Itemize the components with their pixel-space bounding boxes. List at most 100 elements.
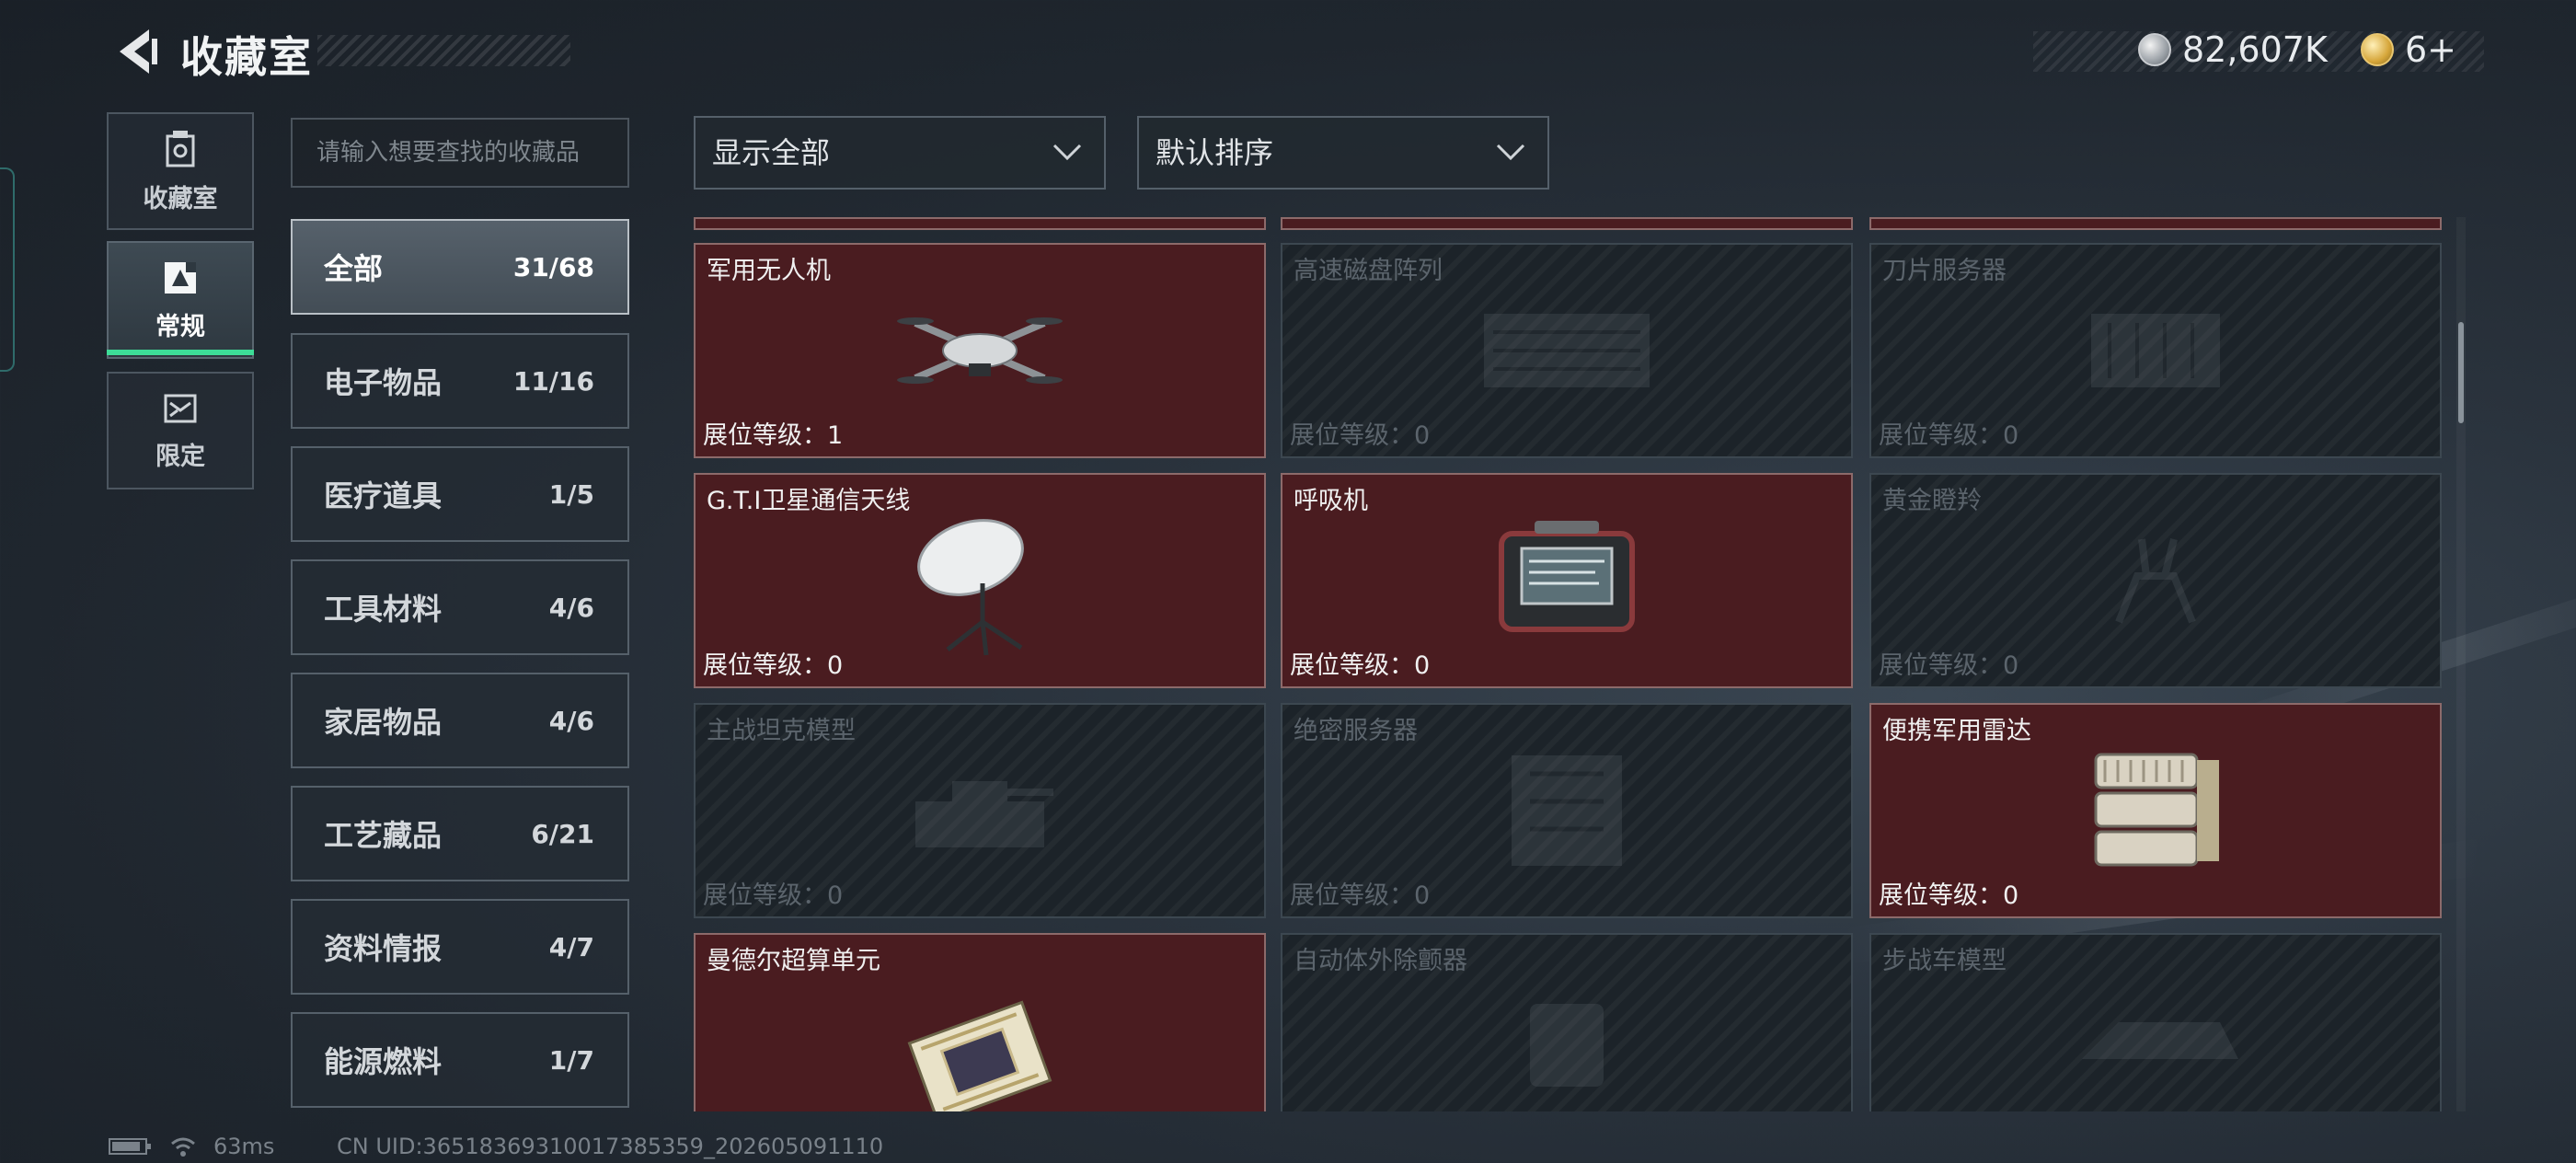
silver-currency[interactable]: 82,607K [2138, 29, 2328, 70]
battery-icon [109, 1138, 151, 1155]
item-level-label: 展位等级： [1879, 881, 2003, 910]
item-card-portable-radar[interactable]: 便携军用雷达 展位等级：0 [1869, 703, 2442, 918]
item-level: 展位等级：0 [1879, 415, 2018, 451]
category-crafts[interactable]: 工艺藏品 6/21 [291, 786, 629, 881]
item-name: 步战车模型 [1882, 947, 2007, 975]
search-input[interactable]: 请输入想要查找的收藏品 [291, 118, 629, 188]
item-level-label: 展位等级： [703, 421, 827, 450]
silver-coin-icon [2138, 33, 2171, 66]
item-level: 展位等级：0 [703, 875, 843, 911]
gold-currency[interactable]: 6+ [2361, 29, 2456, 70]
category-medical[interactable]: 医疗道具 1/5 [291, 446, 629, 542]
category-count: 1/7 [548, 1044, 594, 1076]
category-count: 11/16 [512, 365, 594, 397]
item-name: 自动体外除颤器 [1294, 947, 1467, 975]
category-count: 4/7 [548, 931, 594, 962]
grid-scrollbar-thumb[interactable] [2458, 322, 2464, 423]
item-name: 绝密服务器 [1294, 717, 1418, 745]
category-fuel[interactable]: 能源燃料 1/7 [291, 1012, 629, 1108]
item-name: 便携军用雷达 [1882, 717, 2031, 745]
aed-image [1530, 1004, 1604, 1087]
category-intel[interactable]: 资料情报 4/7 [291, 899, 629, 995]
regular-icon [165, 261, 196, 294]
item-level-value: 0 [2003, 651, 2019, 680]
item-level: 展位等级：0 [1290, 645, 1430, 681]
limited-icon [164, 394, 197, 422]
category-electronics[interactable]: 电子物品 11/16 [291, 333, 629, 429]
nav-collection-room[interactable]: 收藏室 [107, 112, 254, 230]
item-level: 展位等级：0 [1290, 875, 1430, 911]
category-count: 4/6 [548, 592, 594, 623]
tank-model-image [915, 781, 1053, 847]
item-card-supercompute-unit[interactable]: 曼德尔超算单元 [694, 933, 1266, 1111]
category-count: 1/5 [548, 478, 594, 510]
nav-collection-room-label: 收藏室 [143, 184, 218, 213]
wifi-icon [171, 1137, 195, 1157]
item-level: 展位等级：1 [703, 415, 843, 451]
item-level-label: 展位等级： [1290, 421, 1414, 450]
item-level: 展位等级：0 [1879, 875, 2018, 911]
item-card-partial[interactable] [1281, 217, 1853, 230]
item-card-aed[interactable]: 自动体外除颤器 [1281, 933, 1853, 1111]
item-level-value: 0 [827, 881, 844, 910]
chevron-down-icon [1052, 144, 1082, 161]
item-level-value: 0 [1414, 421, 1431, 450]
category-count: 31/68 [512, 251, 594, 282]
nav-regular[interactable]: 常规 [107, 241, 254, 359]
blade-server-image [2091, 314, 2220, 387]
gold-currency-value: 6+ [2405, 29, 2457, 70]
item-card-top-secret-server[interactable]: 绝密服务器 展位等级：0 [1281, 703, 1853, 918]
gold-coin-icon [2361, 33, 2394, 66]
collection-grid[interactable]: 军用无人机 展位等级：1 高速磁盘阵列 展位等级：0 刀片服务器 展位等级：0 … [694, 217, 2442, 1111]
item-name: 刀片服务器 [1882, 257, 2007, 285]
nav-limited[interactable]: 限定 [107, 372, 254, 489]
item-level-label: 展位等级： [703, 881, 827, 910]
item-name: 主战坦克模型 [707, 717, 856, 745]
display-filter-dropdown[interactable]: 显示全部 [694, 116, 1106, 190]
item-card-golden-gazelle[interactable]: 黄金瞪羚 展位等级：0 [1869, 473, 2442, 688]
gpu-unit-image [907, 1000, 1052, 1111]
item-card-military-drone[interactable]: 军用无人机 展位等级：1 [694, 243, 1266, 458]
ifv-model-image [2082, 1022, 2238, 1059]
item-level-label: 展位等级： [1879, 651, 2003, 680]
nav-regular-label: 常规 [155, 312, 205, 341]
user-uid: CN UID:36518369310017385359_202605091110 [337, 1134, 884, 1159]
category-count: 4/6 [548, 705, 594, 736]
silver-currency-value: 82,607K [2182, 29, 2328, 70]
item-card-tank-model[interactable]: 主战坦克模型 展位等级：0 [694, 703, 1266, 918]
page-title: 收藏室 [180, 32, 313, 82]
item-level: 展位等级：0 [1879, 645, 2018, 681]
item-card-ventilator[interactable]: 呼吸机 展位等级：0 [1281, 473, 1853, 688]
drone-image [897, 317, 1063, 384]
item-name: 呼吸机 [1294, 487, 1368, 515]
satellite-dish-image [917, 519, 1024, 656]
category-name: 工艺藏品 [324, 818, 443, 853]
item-card-ifv-model[interactable]: 步战车模型 [1869, 933, 2442, 1111]
category-all[interactable]: 全部 31/68 [291, 219, 629, 315]
item-card-partial[interactable] [694, 217, 1266, 230]
item-level-label: 展位等级： [1290, 651, 1414, 680]
portable-radar-image [2094, 753, 2219, 867]
item-name: G.T.I卫星通信天线 [707, 487, 911, 515]
category-household[interactable]: 家居物品 4/6 [291, 673, 629, 768]
item-card-blade-server[interactable]: 刀片服务器 展位等级：0 [1869, 243, 2442, 458]
category-name: 资料情报 [324, 931, 443, 966]
item-level-value: 0 [827, 651, 844, 680]
status-bar: 63ms [109, 1134, 274, 1159]
category-name: 电子物品 [324, 365, 443, 400]
item-level-value: 0 [2003, 881, 2019, 910]
category-tools[interactable]: 工具材料 4/6 [291, 559, 629, 655]
back-button[interactable] [103, 22, 169, 81]
item-level: 展位等级：0 [703, 645, 843, 681]
item-card-partial[interactable] [1869, 217, 2442, 230]
side-drawer-tab[interactable] [0, 167, 15, 372]
category-name: 家居物品 [324, 705, 443, 740]
item-level-value: 0 [1414, 651, 1431, 680]
item-card-disk-array[interactable]: 高速磁盘阵列 展位等级：0 [1281, 243, 1853, 458]
item-card-satellite-antenna[interactable]: G.T.I卫星通信天线 展位等级：0 [694, 473, 1266, 688]
sort-value: 默认排序 [1156, 135, 1274, 170]
item-level-label: 展位等级： [703, 651, 827, 680]
sort-dropdown[interactable]: 默认排序 [1137, 116, 1549, 190]
category-name: 全部 [324, 251, 384, 286]
category-name: 能源燃料 [324, 1044, 443, 1079]
